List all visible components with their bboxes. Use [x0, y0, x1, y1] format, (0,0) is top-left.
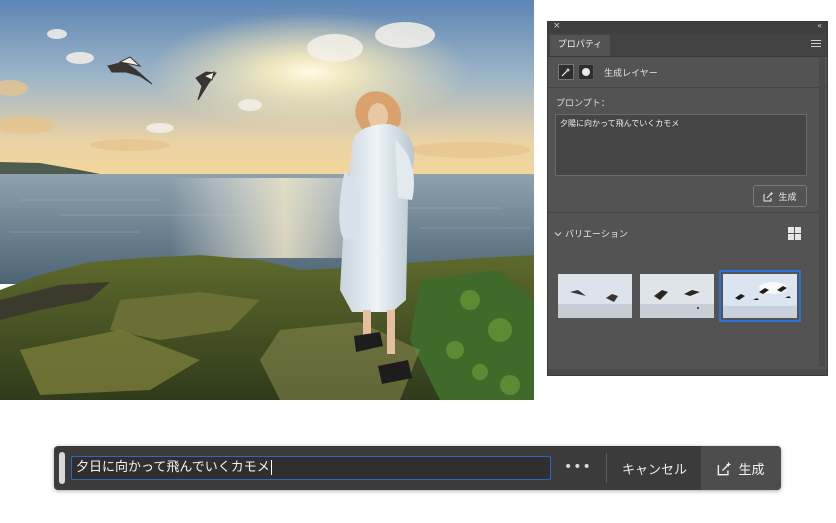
close-icon[interactable]: × — [553, 21, 561, 31]
more-options-icon[interactable]: ••• — [564, 459, 592, 475]
text-caret — [270, 460, 272, 475]
panel-tab-bar: プロパティ — [548, 33, 827, 57]
chevron-down-icon — [554, 231, 562, 236]
prompt-label: プロンプト： — [556, 99, 610, 109]
panel-scrollbar[interactable] — [819, 57, 825, 367]
grid-view-icon[interactable] — [788, 227, 801, 240]
panel-divider — [548, 87, 827, 88]
cancel-button[interactable]: キャンセル — [622, 459, 687, 478]
layer-mask-icon — [578, 64, 594, 80]
taskbar-divider — [606, 453, 607, 483]
variation-thumbnail[interactable] — [640, 274, 714, 318]
drag-handle[interactable] — [59, 452, 65, 484]
properties-panel: × « プロパティ 生成レイヤー プロンプト： 夕陽に向かって飛んでいくカモメ … — [547, 21, 828, 376]
prompt-input-value: 夕日に向かって飛んでいくカモメ — [76, 460, 270, 475]
hamburger-icon[interactable] — [811, 40, 821, 49]
generate-button[interactable]: 生成 — [753, 185, 807, 207]
layer-type-label: 生成レイヤー — [604, 68, 658, 79]
panel-title-bar: × « — [548, 21, 827, 33]
generative-sparkle-icon — [558, 64, 574, 80]
tab-properties[interactable]: プロパティ — [550, 35, 610, 56]
generate-icon — [718, 461, 732, 475]
generate-button-main[interactable]: 生成 — [701, 446, 781, 490]
generate-icon — [763, 191, 774, 201]
variation-thumbnail[interactable] — [558, 274, 632, 318]
layer-row: 生成レイヤー — [558, 63, 658, 81]
variations-header[interactable]: バリエーション — [554, 227, 628, 240]
contextual-task-bar: 夕日に向かって飛んでいくカモメ ••• キャンセル 生成 — [54, 446, 781, 490]
prompt-input[interactable]: 夕日に向かって飛んでいくカモメ — [71, 456, 551, 480]
generated-photo-canvas[interactable] — [0, 0, 534, 400]
generate-button-label: 生成 — [738, 462, 765, 478]
variations-label: バリエーション — [565, 230, 628, 240]
photo-image — [0, 0, 534, 400]
generate-button-label: 生成 — [778, 192, 797, 203]
collapse-icon[interactable]: « — [817, 21, 822, 30]
prompt-textarea[interactable]: 夕陽に向かって飛んでいくカモメ — [555, 114, 807, 176]
panel-divider — [548, 212, 827, 213]
variation-thumbnail-selected[interactable] — [719, 270, 801, 322]
panel-bottom-bar — [548, 369, 827, 375]
